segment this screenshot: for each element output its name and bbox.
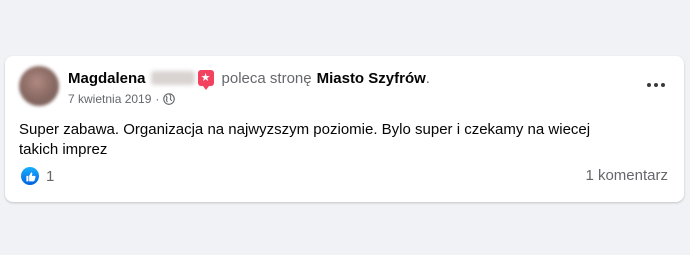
like-count: 1 [46,167,55,185]
more-options-icon[interactable] [642,74,670,96]
header-period: . [425,69,430,87]
page-name-link[interactable]: Miasto Szyfrów [317,70,426,87]
like-icon [21,167,39,185]
avatar[interactable] [19,66,59,106]
post-header: Magdalena ★ poleca stronę Miasto Szyfrów… [68,68,430,90]
meta-separator: · [155,92,160,106]
reactions-summary[interactable]: 1 [21,166,54,186]
comments-count-link[interactable]: 1 komentarz [585,167,668,184]
globe-icon[interactable] [163,93,176,105]
author-name[interactable]: Magdalena [68,70,146,87]
post-meta: 7 kwietnia 2019 · [68,91,176,107]
recommends-text: poleca stronę [221,69,312,87]
post-card: Magdalena ★ poleca stronę Miasto Szyfrów… [5,56,684,202]
post-date[interactable]: 7 kwietnia 2019 [68,92,151,106]
post-body: Super zabawa. Organizacja na najwyzszym … [19,121,591,158]
recommend-star-icon: ★ [197,70,214,90]
redacted-surname [150,71,195,85]
